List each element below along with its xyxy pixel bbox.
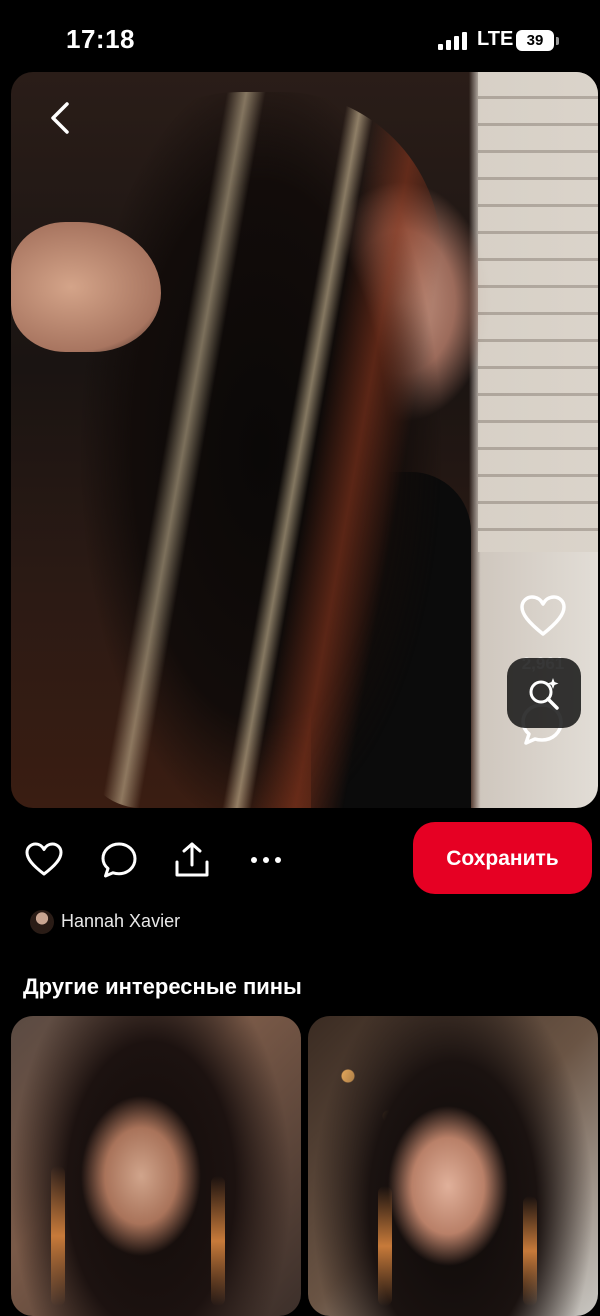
heart-icon[interactable] [518, 592, 568, 642]
visual-search-button[interactable] [507, 658, 581, 728]
battery-tip [556, 37, 559, 45]
section-title: Другие интересные пины [23, 974, 302, 999]
share-icon[interactable] [172, 840, 212, 880]
related-pin[interactable] [11, 1016, 301, 1316]
battery-icon: 39 [516, 30, 554, 51]
photo-hair [81, 92, 441, 808]
signal-icon [438, 32, 468, 50]
comment-icon[interactable] [99, 840, 139, 880]
network-type: LTE [477, 28, 514, 50]
heart-icon[interactable] [24, 840, 64, 880]
related-pin[interactable] [308, 1016, 598, 1316]
more-options-icon[interactable] [246, 840, 286, 880]
action-bar: Сохранить [0, 820, 600, 900]
photo-highlight [523, 1196, 537, 1306]
save-button[interactable]: Сохранить [413, 822, 592, 894]
background-brick-wall [478, 72, 598, 552]
status-time: 17:18 [66, 24, 135, 54]
photo-highlight [211, 1176, 225, 1306]
lens-search-icon [529, 678, 559, 710]
avatar[interactable] [30, 910, 54, 934]
status-bar: 17:18 LTE 39 [0, 0, 600, 72]
photo-highlight [51, 1166, 65, 1306]
chevron-left-icon [51, 102, 69, 134]
back-button[interactable] [39, 96, 83, 140]
photo-highlight [378, 1186, 392, 1306]
author-name[interactable]: Hannah Xavier [61, 911, 180, 932]
